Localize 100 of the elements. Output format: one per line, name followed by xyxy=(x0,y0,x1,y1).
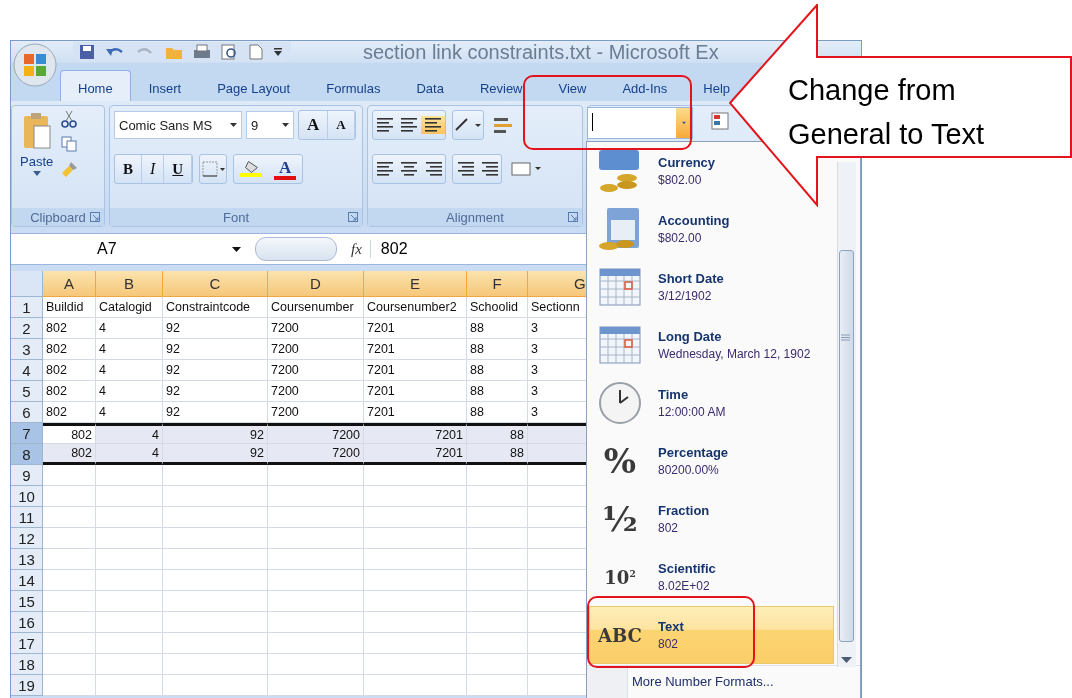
increase-indent-icon[interactable] xyxy=(480,162,498,176)
table-cell xyxy=(528,423,588,444)
row-header[interactable]: 17 xyxy=(11,633,43,654)
name-box[interactable]: A7 xyxy=(11,237,249,261)
ribbon-tab[interactable]: Review xyxy=(461,70,541,101)
format-menu-item[interactable]: 10$^{2}$ Scientific 8.02E+02 xyxy=(589,548,834,606)
font-style-button[interactable]: B xyxy=(115,155,142,183)
decrease-indent-icon[interactable] xyxy=(456,162,474,176)
number-format-field[interactable] xyxy=(587,107,693,139)
format-menu-item[interactable]: ABC Text 802 xyxy=(589,606,834,664)
font-color-button[interactable]: A xyxy=(268,155,303,183)
center-align-icon[interactable] xyxy=(400,162,418,176)
column-header[interactable]: A xyxy=(43,271,96,297)
save-icon[interactable] xyxy=(79,44,95,60)
column-header[interactable]: G xyxy=(528,271,588,297)
format-sample: 8.02E+02 xyxy=(658,579,711,593)
conditional-format-icon[interactable] xyxy=(711,112,729,130)
format-menu-item[interactable]: Long Date Wednesday, March 12, 1902 xyxy=(589,316,834,374)
row-header[interactable]: 19 xyxy=(11,675,43,696)
caret-icon xyxy=(682,121,686,125)
row-header[interactable]: 2 xyxy=(11,318,43,339)
more-formats-link[interactable]: More Number Formats... xyxy=(628,666,774,698)
borders-button[interactable] xyxy=(199,154,228,184)
row-header[interactable]: 16 xyxy=(11,612,43,633)
row-header[interactable]: 6 xyxy=(11,402,43,423)
shrink-font-button[interactable]: A xyxy=(328,111,355,139)
ribbon-tab[interactable]: Help xyxy=(685,70,731,101)
column-header[interactable]: B xyxy=(96,271,163,297)
customize-caret-icon[interactable] xyxy=(273,47,283,57)
scroll-down-icon[interactable] xyxy=(841,657,852,663)
table-cell: 88 xyxy=(467,318,528,339)
scissors-icon[interactable] xyxy=(61,110,78,128)
format-menu-item[interactable]: % Percentage 80200.00% xyxy=(589,432,834,490)
row-header[interactable]: 12 xyxy=(11,528,43,549)
table-cell xyxy=(467,528,528,549)
table-cell: 802 xyxy=(43,444,96,465)
row-header[interactable]: 5 xyxy=(11,381,43,402)
ribbon-tab[interactable]: Home xyxy=(60,70,131,101)
column-header[interactable]: E xyxy=(364,271,467,297)
scrollbar[interactable] xyxy=(837,162,856,667)
copy-icon[interactable] xyxy=(61,136,78,152)
format-menu-item[interactable]: Short Date 3/12/1902 xyxy=(589,258,834,316)
format-menu-item[interactable]: Time 12:00:00 AM xyxy=(589,374,834,432)
row-header[interactable]: 9 xyxy=(11,465,43,486)
ribbon-tab[interactable]: Page Layout xyxy=(199,70,309,101)
table-cell xyxy=(467,486,528,507)
top-align-icon[interactable] xyxy=(376,118,394,132)
font-style-button[interactable]: I xyxy=(142,155,165,183)
column-header[interactable]: D xyxy=(268,271,364,297)
ribbon-tab[interactable]: Add-Ins xyxy=(604,70,686,101)
resize-handle[interactable] xyxy=(255,237,337,261)
callout-text: Change from General to Text xyxy=(788,73,985,152)
format-menu-item[interactable]: ½ Fraction 802 xyxy=(589,490,834,548)
font-name-field[interactable]: Comic Sans MS xyxy=(114,111,242,139)
printer-icon[interactable] xyxy=(193,44,211,60)
middle-align-icon[interactable] xyxy=(400,118,418,132)
row-header[interactable]: 1 xyxy=(11,297,43,318)
table-cell xyxy=(467,507,528,528)
scroll-thumb[interactable] xyxy=(839,250,854,642)
format-name: Scientific xyxy=(658,561,716,576)
bottom-align-icon[interactable] xyxy=(424,118,442,132)
ribbon-tab[interactable]: Formulas xyxy=(308,70,399,101)
table-cell: 4 xyxy=(96,360,163,381)
left-align-icon[interactable] xyxy=(376,162,394,176)
merge-button[interactable] xyxy=(508,159,544,179)
row-header[interactable]: 3 xyxy=(11,339,43,360)
brush-icon[interactable] xyxy=(61,160,80,178)
table-cell xyxy=(467,675,528,696)
table-cell: 92 xyxy=(163,402,268,423)
dialog-launcher-icon[interactable] xyxy=(348,212,358,222)
table-cell xyxy=(96,549,163,570)
magnifier-icon[interactable] xyxy=(221,44,239,60)
table-cell xyxy=(467,654,528,675)
row-header[interactable]: 15 xyxy=(11,591,43,612)
row-header[interactable]: 8 xyxy=(11,444,43,465)
insert-function-button[interactable]: fx xyxy=(351,240,362,258)
paste-button[interactable]: Paste xyxy=(16,110,58,204)
row-header[interactable]: 13 xyxy=(11,549,43,570)
row-header[interactable]: 7 xyxy=(11,423,43,444)
row-header[interactable]: 14 xyxy=(11,570,43,591)
grow-font-button[interactable]: A xyxy=(299,111,329,139)
font-size-field[interactable]: 9 xyxy=(246,111,294,139)
orientation-button[interactable] xyxy=(452,110,484,140)
column-header[interactable]: F xyxy=(467,271,528,297)
dialog-launcher-icon[interactable] xyxy=(90,212,100,222)
ribbon-tab[interactable]: Data xyxy=(398,70,462,101)
column-header[interactable]: C xyxy=(163,271,268,297)
format-menu-item[interactable]: Accounting $802.00 xyxy=(589,200,834,258)
table-cell: 7200 xyxy=(268,360,364,381)
ribbon-tab[interactable]: View xyxy=(540,70,605,101)
blank-page-icon[interactable] xyxy=(249,44,263,60)
row-header[interactable]: 11 xyxy=(11,507,43,528)
row-header[interactable]: 10 xyxy=(11,486,43,507)
row-header[interactable]: 18 xyxy=(11,654,43,675)
table-cell: 802 xyxy=(43,339,96,360)
ribbon-tab[interactable]: Insert xyxy=(130,70,200,101)
font-style-button[interactable]: U xyxy=(164,155,193,183)
dialog-launcher-icon[interactable] xyxy=(568,212,578,222)
right-align-icon[interactable] xyxy=(424,162,442,176)
row-header[interactable]: 4 xyxy=(11,360,43,381)
